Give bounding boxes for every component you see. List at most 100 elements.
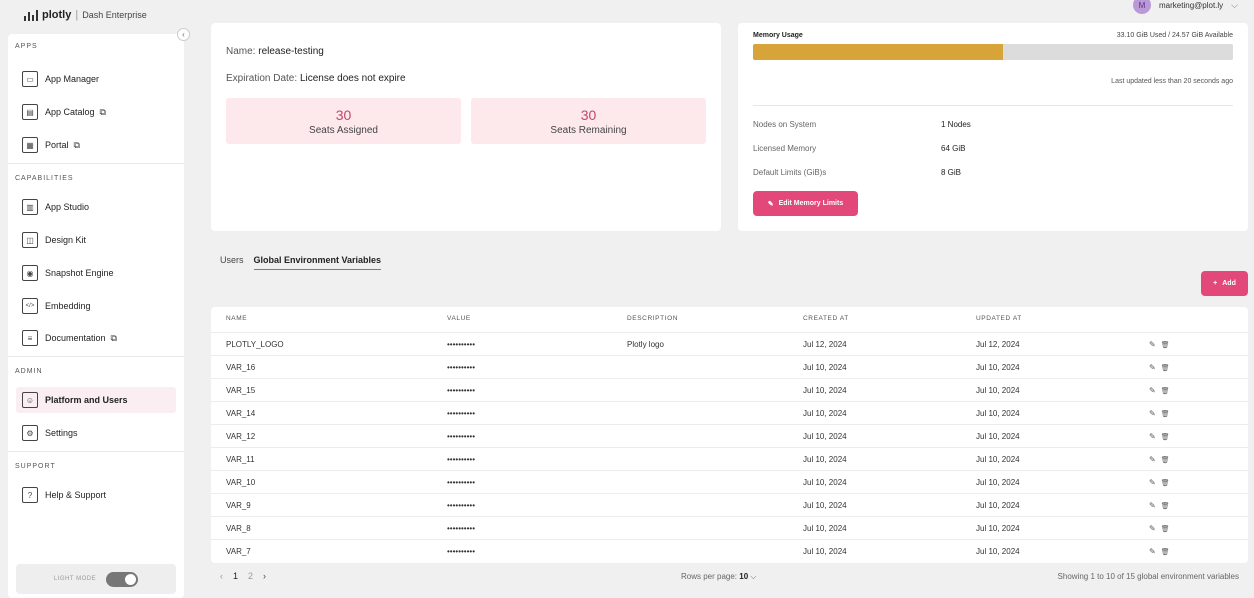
sidebar-item-platform-and-users[interactable]: ☺ Platform and Users xyxy=(16,387,176,413)
trash-icon[interactable]: 🗑 xyxy=(1161,341,1170,349)
divider xyxy=(8,451,184,452)
trash-icon[interactable]: 🗑 xyxy=(1161,456,1170,464)
table-row[interactable]: VAR_11 •••••••••• Jul 10, 2024 Jul 10, 2024… xyxy=(211,447,1248,470)
table-row[interactable]: VAR_7 •••••••••• Jul 10, 2024 Jul 10, 2024 ✎… xyxy=(211,539,1248,562)
edit-icon[interactable]: ✎ xyxy=(1149,524,1156,533)
cell-name: VAR_11 xyxy=(226,455,255,464)
column-header-name[interactable]: NAME xyxy=(226,307,247,330)
license-expiration-value: License does not expire xyxy=(299,73,406,84)
external-link-icon: ⧉ xyxy=(73,139,80,150)
light-mode-toggle[interactable] xyxy=(106,571,139,587)
tab-users[interactable]: Users xyxy=(220,255,244,270)
sidebar-item-embedding[interactable]: </> Embedding xyxy=(16,293,176,319)
catalog-icon: ▤ xyxy=(22,104,38,120)
sidebar-item-app-catalog[interactable]: ▤ App Catalog ⧉ xyxy=(16,99,176,125)
trash-icon[interactable]: 🗑 xyxy=(1161,387,1170,395)
cell-description: Plotly logo xyxy=(627,340,664,349)
table-row[interactable]: PLOTLY_LOGO •••••••••• Plotly logo Jul 12, … xyxy=(211,332,1248,355)
edit-icon[interactable]: ✎ xyxy=(1149,340,1156,349)
sidebar-item-design-kit[interactable]: ◫ Design Kit xyxy=(16,227,176,253)
table-row[interactable]: VAR_14 •••••••••• Jul 10, 2024 Jul 10, 2024… xyxy=(211,401,1248,424)
sidebar-item-app-manager[interactable]: ▭ App Manager xyxy=(16,66,176,92)
column-header-updated-at[interactable]: UPDATED AT xyxy=(976,307,1022,330)
sidebar-item-portal[interactable]: ▦ Portal ⧉ xyxy=(16,132,176,158)
memory-row-label: Default Limits (GiB)s xyxy=(753,168,827,177)
trash-icon[interactable]: 🗑 xyxy=(1161,479,1170,487)
sidebar-item-app-studio[interactable]: ▥ App Studio xyxy=(16,194,176,220)
add-variable-button[interactable]: + Add xyxy=(1201,271,1248,296)
seats-remaining-tile: 30 Seats Remaining xyxy=(471,98,706,144)
sidebar-item-settings[interactable]: ⚙ Settings xyxy=(16,420,176,446)
row-actions: ✎ 🗑 xyxy=(1149,425,1170,448)
chevron-down-icon[interactable]: ⌵ xyxy=(1231,0,1238,11)
sidebar-item-snapshot-engine[interactable]: ◉ Snapshot Engine xyxy=(16,260,176,286)
trash-icon[interactable]: 🗑 xyxy=(1161,410,1170,418)
chevron-down-icon[interactable]: ⌵ xyxy=(750,572,756,581)
edit-icon[interactable]: ✎ xyxy=(1149,478,1156,487)
sidebar-item-label: Platform and Users xyxy=(45,395,128,405)
sidebar-item-documentation[interactable]: ≡ Documentation ⧉ xyxy=(16,325,176,351)
table-row[interactable]: VAR_9 •••••••••• Jul 10, 2024 Jul 10, 2024 ✎… xyxy=(211,493,1248,516)
edit-icon[interactable]: ✎ xyxy=(1149,432,1156,441)
rows-per-page: Rows per page: 10 ⌵ xyxy=(681,572,756,582)
sidebar-section-title: SUPPORT xyxy=(15,463,56,470)
edit-memory-limits-button[interactable]: ✎ Edit Memory Limits xyxy=(753,191,858,216)
brand-logo[interactable]: plotly | Dash Enterprise xyxy=(24,9,147,21)
cell-updated: Jul 10, 2024 xyxy=(976,524,1020,533)
table-row[interactable]: VAR_8 •••••••••• Jul 10, 2024 Jul 10, 2024 ✎… xyxy=(211,516,1248,539)
edit-icon[interactable]: ✎ xyxy=(1149,363,1156,372)
trash-icon[interactable]: 🗑 xyxy=(1161,364,1170,372)
collapse-sidebar-button[interactable]: ‹ xyxy=(177,28,190,41)
sidebar-item-label: App Studio xyxy=(45,202,90,212)
tab-global-environment-variables[interactable]: Global Environment Variables xyxy=(253,255,382,270)
edit-icon[interactable]: ✎ xyxy=(1149,409,1156,418)
divider xyxy=(8,163,184,164)
gear-icon: ⚙ xyxy=(22,425,38,441)
license-expiration-row: Expiration Date: License does not expire xyxy=(226,73,406,84)
trash-icon[interactable]: 🗑 xyxy=(1161,548,1170,556)
column-header-description[interactable]: DESCRIPTION xyxy=(627,307,678,330)
showing-count-text: Showing 1 to 10 of 15 global environment… xyxy=(1057,572,1239,581)
user-email[interactable]: marketing@plot.ly xyxy=(1159,1,1223,10)
table-row[interactable]: VAR_15 •••••••••• Jul 10, 2024 Jul 10, 2024… xyxy=(211,378,1248,401)
chevron-right-icon[interactable]: › xyxy=(263,571,266,581)
sidebar-item-help-support[interactable]: ? Help & Support xyxy=(16,482,176,508)
sidebar-section-title: CAPABILITIES xyxy=(15,175,74,182)
seats-assigned-count: 30 xyxy=(335,107,352,123)
page-2-link[interactable]: 2 xyxy=(248,571,253,581)
user-menu[interactable]: M marketing@plot.ly ⌵ xyxy=(1133,0,1238,14)
edit-icon[interactable]: ✎ xyxy=(1149,386,1156,395)
memory-usage-fill xyxy=(753,44,1003,60)
trash-icon[interactable]: 🗑 xyxy=(1161,433,1170,441)
cell-updated: Jul 10, 2024 xyxy=(976,478,1020,487)
edit-icon[interactable]: ✎ xyxy=(1149,455,1156,464)
row-actions: ✎ 🗑 xyxy=(1149,448,1170,471)
chevron-left-icon[interactable]: ‹ xyxy=(220,571,223,581)
column-header-value[interactable]: VALUE xyxy=(447,307,471,330)
help-icon: ? xyxy=(22,487,38,503)
cell-updated: Jul 10, 2024 xyxy=(976,432,1020,441)
cell-name: VAR_16 xyxy=(226,363,256,372)
sidebar-item-label: Snapshot Engine xyxy=(45,268,114,278)
sidebar-item-label: Design Kit xyxy=(45,235,87,245)
rows-per-page-select[interactable]: 10 xyxy=(739,572,748,581)
rows-per-page-label: Rows per page: xyxy=(681,572,738,581)
environment-variables-table: NAME VALUE DESCRIPTION CREATED AT UPDATE… xyxy=(211,307,1248,563)
page-1-link[interactable]: 1 xyxy=(233,571,238,581)
cell-value: •••••••••• xyxy=(447,363,476,372)
edit-icon[interactable]: ✎ xyxy=(1149,501,1156,510)
edit-icon[interactable]: ✎ xyxy=(1149,547,1156,556)
table-row[interactable]: VAR_12 •••••••••• Jul 10, 2024 Jul 10, 2024… xyxy=(211,424,1248,447)
cell-created: Jul 10, 2024 xyxy=(803,478,847,487)
table-row[interactable]: VAR_10 •••••••••• Jul 10, 2024 Jul 10, 2024… xyxy=(211,470,1248,493)
code-icon: </> xyxy=(22,298,38,314)
brand-separator: | xyxy=(75,9,79,21)
column-header-created-at[interactable]: CREATED AT xyxy=(803,307,849,330)
table-row[interactable]: VAR_16 •••••••••• Jul 10, 2024 Jul 10, 2024… xyxy=(211,355,1248,378)
cell-value: •••••••••• xyxy=(447,432,476,441)
license-expiration-label: Expiration Date: xyxy=(226,73,298,84)
trash-icon[interactable]: 🗑 xyxy=(1161,525,1170,533)
avatar[interactable]: M xyxy=(1133,0,1152,14)
sidebar-section-title: APPS xyxy=(15,43,38,50)
trash-icon[interactable]: 🗑 xyxy=(1161,502,1170,510)
